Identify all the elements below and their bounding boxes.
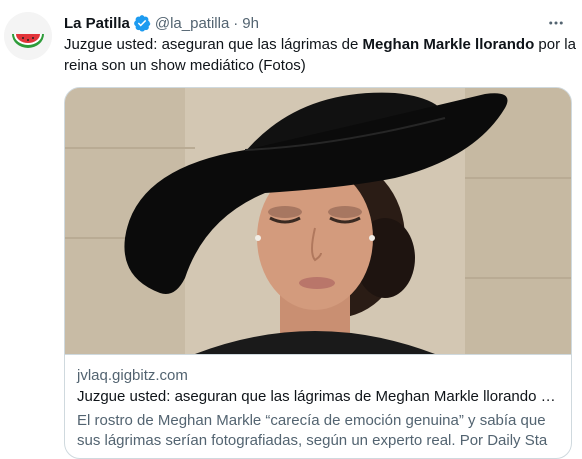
author-name[interactable]: La Patilla: [64, 15, 130, 32]
tweet-text-part1: Juzgue usted: aseguran que las lágrimas …: [64, 36, 363, 53]
tweet-text: Juzgue usted: aseguran que las lágrimas …: [64, 34, 576, 76]
card-title: Juzgue usted: aseguran que las lágrimas …: [77, 388, 559, 405]
card-meta: jvlaq.gigbitz.com Juzgue usted: aseguran…: [65, 354, 571, 458]
tweet-header: La Patilla @la_patilla · 9h: [64, 12, 568, 34]
tweet-timestamp[interactable]: 9h: [242, 15, 259, 32]
card-description: El rostro de Meghan Markle “carecía de e…: [77, 412, 548, 449]
author-handle[interactable]: @la_patilla: [155, 15, 229, 32]
avatar[interactable]: [4, 12, 52, 60]
watermelon-logo-icon: [4, 12, 52, 60]
separator-dot: ·: [233, 14, 239, 32]
more-options-icon[interactable]: [544, 12, 568, 34]
link-card[interactable]: jvlaq.gigbitz.com Juzgue usted: aseguran…: [64, 87, 572, 459]
card-image[interactable]: [65, 88, 571, 354]
verified-badge-icon: [133, 14, 151, 32]
tweet-text-bold: Meghan Markle llorando: [362, 36, 535, 53]
card-domain: jvlaq.gigbitz.com: [77, 367, 188, 384]
